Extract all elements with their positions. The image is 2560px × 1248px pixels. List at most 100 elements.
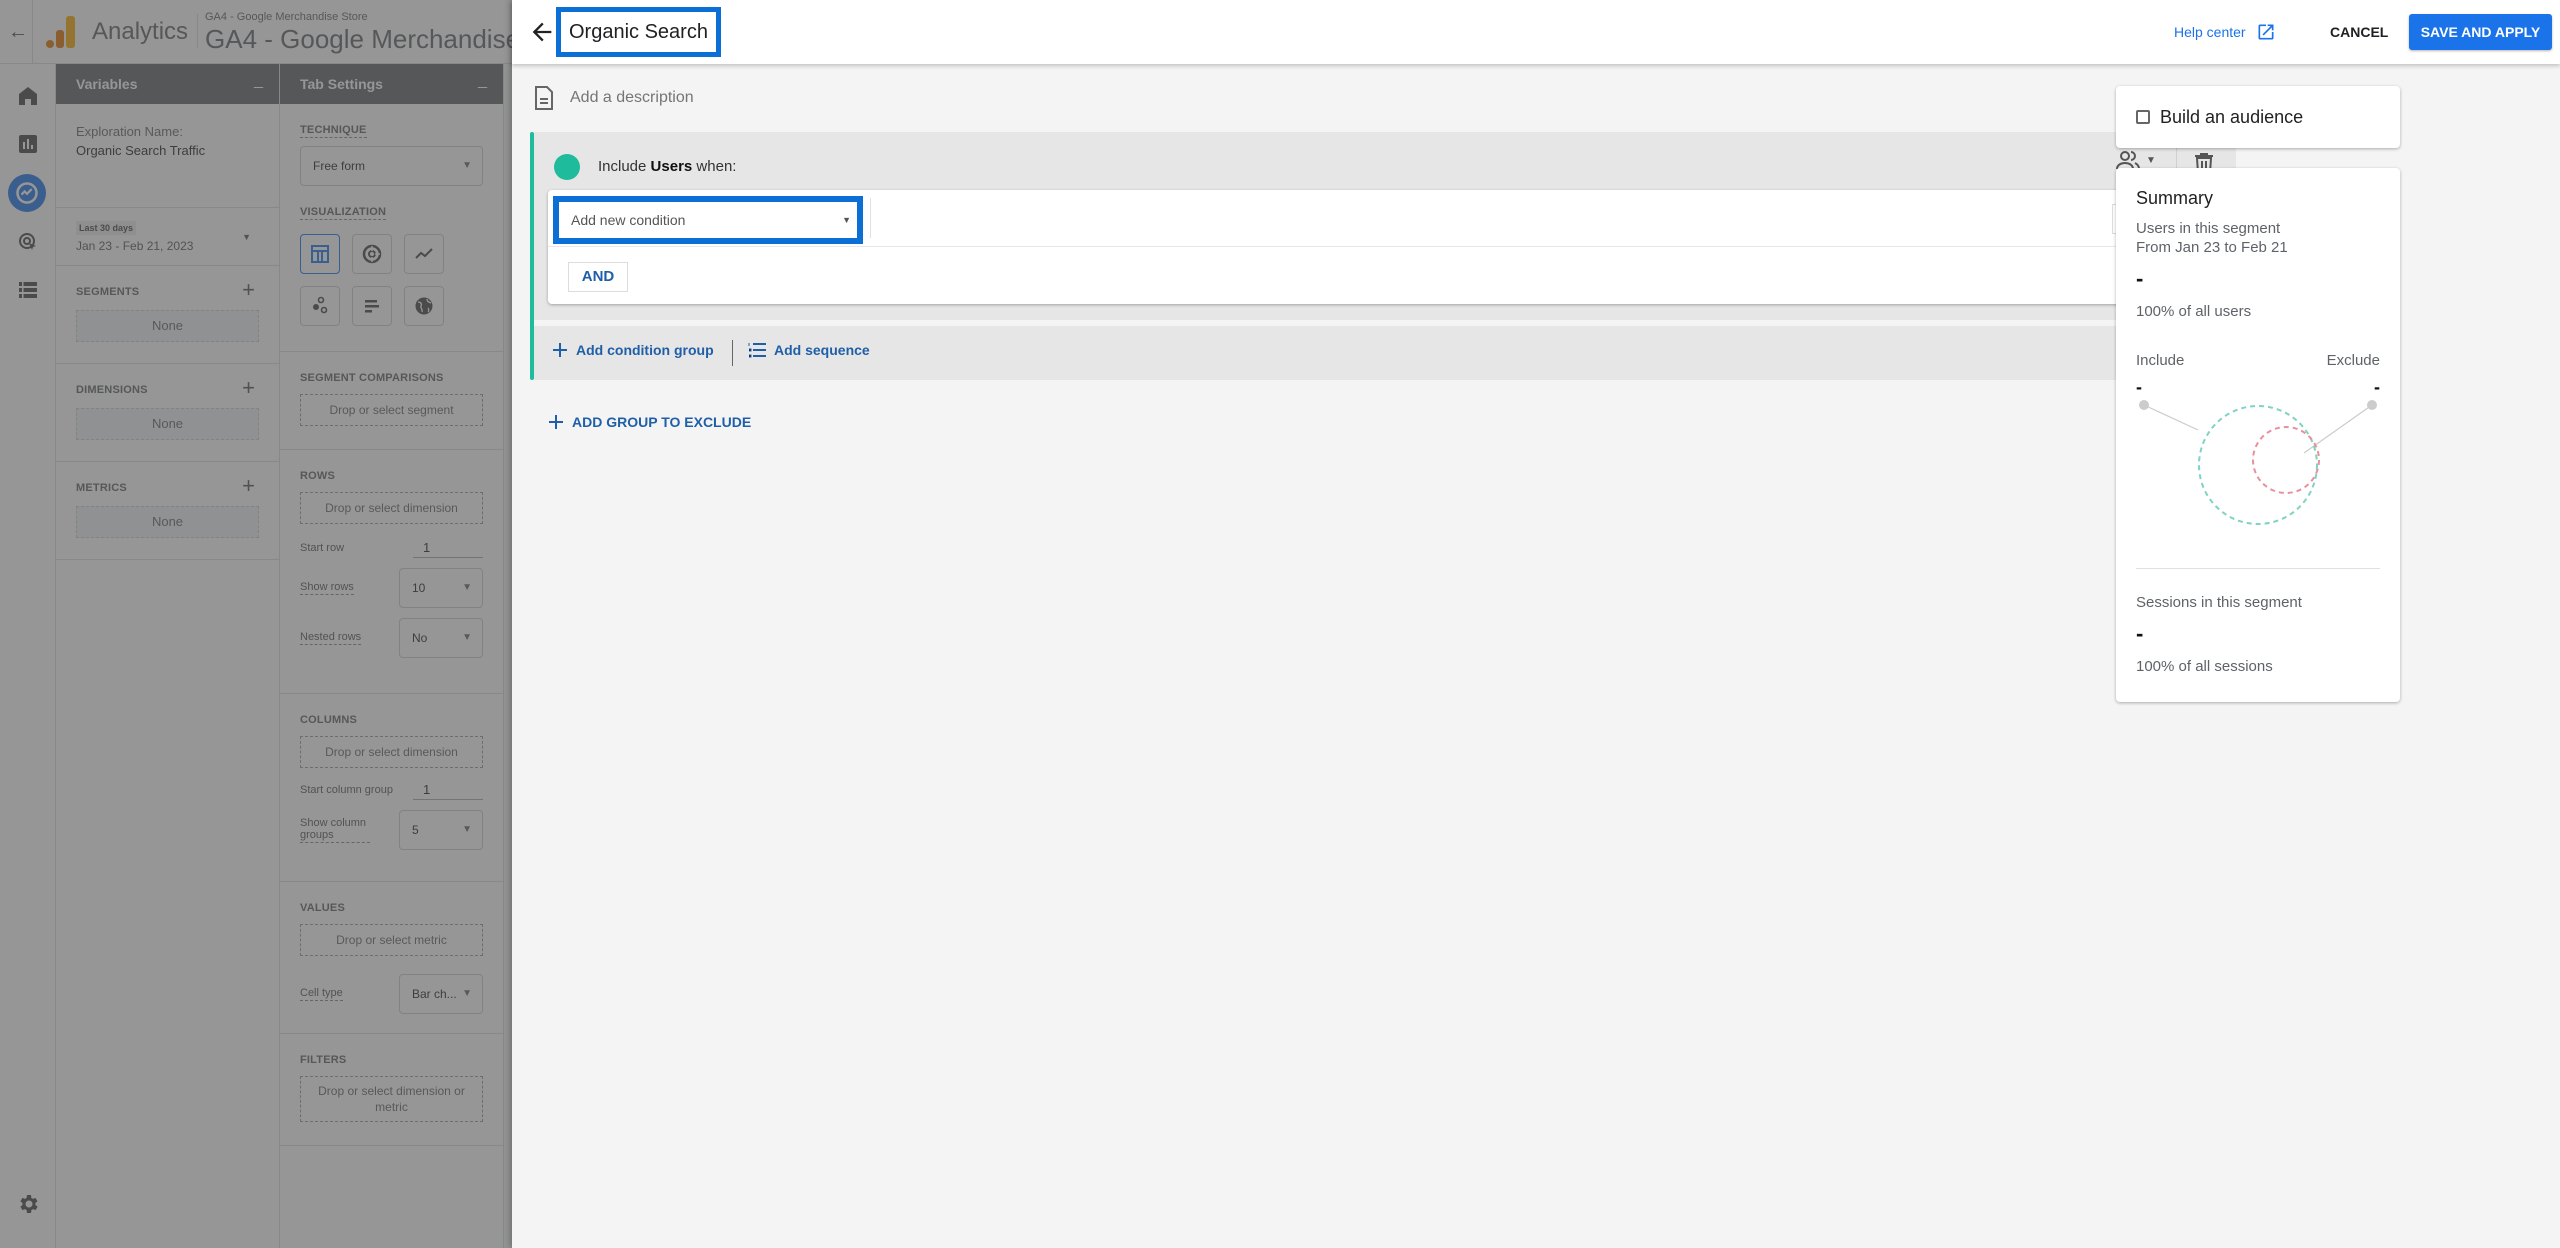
segment-comparisons-drop[interactable]: Drop or select segment — [300, 394, 483, 426]
property-account[interactable]: GA4 - Google Merchandise Store — [205, 11, 368, 23]
exploration-name-input[interactable]: Organic Search Traffic — [76, 143, 259, 158]
show-column-groups-select[interactable]: 5 ▼ — [399, 810, 483, 850]
help-center-link[interactable]: Help center — [2174, 22, 2276, 42]
nested-rows-select[interactable]: No ▼ — [399, 618, 483, 658]
segments-label: SEGMENTS — [76, 286, 140, 298]
group-footer: Add condition group Add sequence — [534, 326, 2236, 380]
cell-type-value: Bar ch... — [412, 987, 457, 1001]
show-rows-select[interactable]: 10 ▼ — [399, 568, 483, 608]
add-dimension-icon[interactable]: + — [242, 377, 255, 399]
scatter-plot-icon[interactable] — [300, 286, 340, 326]
users-value: - — [2136, 266, 2144, 291]
columns-section: COLUMNS Drop or select dimension Start c… — [280, 694, 503, 882]
cell-type-select[interactable]: Bar ch... ▼ — [399, 974, 483, 1014]
screen: ← Analytics GA4 - Google Merchandise Sto… — [0, 0, 2560, 1248]
explore-icon[interactable] — [8, 174, 46, 212]
chevron-down-icon: ▼ — [462, 160, 472, 171]
build-audience-label: Build an audience — [2160, 106, 2304, 127]
include-indicator — [554, 154, 580, 180]
exploration-name-section: Exploration Name: Organic Search Traffic — [56, 104, 279, 208]
variables-header: Variables _ — [56, 64, 279, 104]
include-scope: Users — [650, 158, 693, 175]
include-label: Include — [2136, 352, 2185, 369]
donut-chart-icon[interactable] — [352, 234, 392, 274]
property-selector[interactable]: GA4 - Google Merchandise ... — [205, 24, 549, 55]
technique-select[interactable]: Free form ▼ — [300, 146, 483, 186]
condition-card: Add new condition ▼ OR AND — [548, 190, 2221, 304]
reports-icon[interactable] — [16, 132, 40, 156]
arrow-back-icon[interactable]: ← — [6, 20, 30, 44]
filters-drop[interactable]: Drop or select dimension or metric — [300, 1076, 483, 1122]
globe-icon[interactable] — [404, 286, 444, 326]
gear-icon[interactable] — [16, 1192, 40, 1216]
add-metric-icon[interactable]: + — [242, 475, 255, 497]
technique-visualization-section: TECHNIQUE Free form ▼ VISUALIZATION — [280, 104, 503, 352]
minimize-button[interactable]: _ — [478, 72, 487, 90]
arrow-back-icon[interactable] — [528, 18, 556, 46]
include-pointer-line — [2143, 404, 2199, 431]
divider — [732, 340, 733, 366]
tab-settings-header: Tab Settings _ — [280, 64, 503, 104]
include-condition-group: Include Users when: ▼ Add new condition … — [530, 132, 2236, 380]
table-icon[interactable] — [300, 234, 340, 274]
analytics-logo[interactable] — [46, 16, 76, 48]
description-field[interactable]: Add a description — [534, 86, 694, 110]
condition-placeholder: Add new condition — [571, 212, 686, 228]
dialog-header: Organic Search Help center CANCEL SAVE A… — [512, 0, 2560, 64]
description-placeholder: Add a description — [570, 89, 694, 106]
exclude-pointer-line — [2303, 404, 2373, 454]
build-audience-checkbox[interactable] — [2136, 110, 2150, 124]
values-label: VALUES — [300, 902, 346, 914]
add-segment-icon[interactable]: + — [242, 279, 255, 301]
cancel-button[interactable]: CANCEL — [2320, 14, 2398, 50]
date-range-picker[interactable]: Last 30 days Jan 23 - Feb 21, 2023 ▼ — [56, 208, 279, 266]
tab-settings-panel: Tab Settings _ TECHNIQUE Free form ▼ VIS… — [280, 64, 504, 1248]
show-column-groups-label: Show column groups — [300, 817, 370, 843]
start-row-input[interactable]: 1 — [413, 538, 483, 558]
and-button[interactable]: AND — [568, 262, 628, 292]
build-audience-card[interactable]: Build an audience — [2116, 86, 2400, 148]
add-sequence-button[interactable]: Add sequence — [748, 342, 870, 358]
rows-label: ROWS — [300, 470, 336, 482]
technique-label: TECHNIQUE — [300, 124, 367, 138]
help-center-label: Help center — [2174, 24, 2246, 40]
values-drop[interactable]: Drop or select metric — [300, 924, 483, 956]
variables-panel: Variables _ Exploration Name: Organic Se… — [56, 64, 280, 1248]
sessions-percent: 100% of all sessions — [2136, 658, 2273, 675]
users-in-segment-label: Users in this segment — [2136, 220, 2281, 237]
line-chart-icon[interactable] — [404, 234, 444, 274]
show-rows-field: Show rows 10 ▼ — [300, 568, 483, 608]
save-and-apply-button[interactable]: SAVE AND APPLY — [2409, 14, 2552, 50]
rows-drop[interactable]: Drop or select dimension — [300, 492, 483, 524]
include-prefix: Include — [598, 158, 647, 175]
configure-icon[interactable] — [16, 278, 40, 302]
metrics-label: METRICS — [76, 482, 127, 494]
visualization-label: VISUALIZATION — [300, 206, 387, 220]
date-preset: Last 30 days — [76, 221, 137, 235]
chevron-down-icon: ▼ — [462, 582, 472, 593]
condition-scope-button[interactable]: ▼ — [2116, 150, 2156, 170]
add-new-condition-select[interactable]: Add new condition ▼ — [553, 196, 863, 244]
chevron-down-icon: ▼ — [2146, 154, 2156, 166]
columns-drop[interactable]: Drop or select dimension — [300, 736, 483, 768]
segment-name-input[interactable]: Organic Search — [556, 7, 721, 57]
divider — [2136, 568, 2380, 569]
show-rows-value: 10 — [412, 581, 426, 595]
technique-value: Free form — [313, 159, 366, 173]
users-percent: 100% of all users — [2136, 303, 2252, 320]
exploration-name-label: Exploration Name: — [76, 124, 183, 139]
sessions-label: Sessions in this segment — [2136, 594, 2302, 611]
add-condition-group-button[interactable]: Add condition group — [552, 342, 714, 358]
home-icon[interactable] — [16, 84, 40, 108]
bar-chart-icon[interactable] — [352, 286, 392, 326]
dimensions-section: DIMENSIONS + None — [56, 364, 279, 462]
metrics-empty: None — [76, 506, 259, 538]
document-icon — [535, 86, 553, 110]
minimize-button[interactable]: _ — [254, 72, 263, 90]
add-group-to-exclude-button[interactable]: ADD GROUP TO EXCLUDE — [548, 414, 751, 430]
start-column-group-input[interactable]: 1 — [413, 780, 483, 800]
include-suffix: when: — [696, 158, 737, 175]
advertising-icon[interactable] — [16, 230, 40, 254]
chevron-down-icon: ▼ — [462, 632, 472, 643]
top-bar: ← Analytics GA4 - Google Merchandise Sto… — [0, 0, 549, 64]
